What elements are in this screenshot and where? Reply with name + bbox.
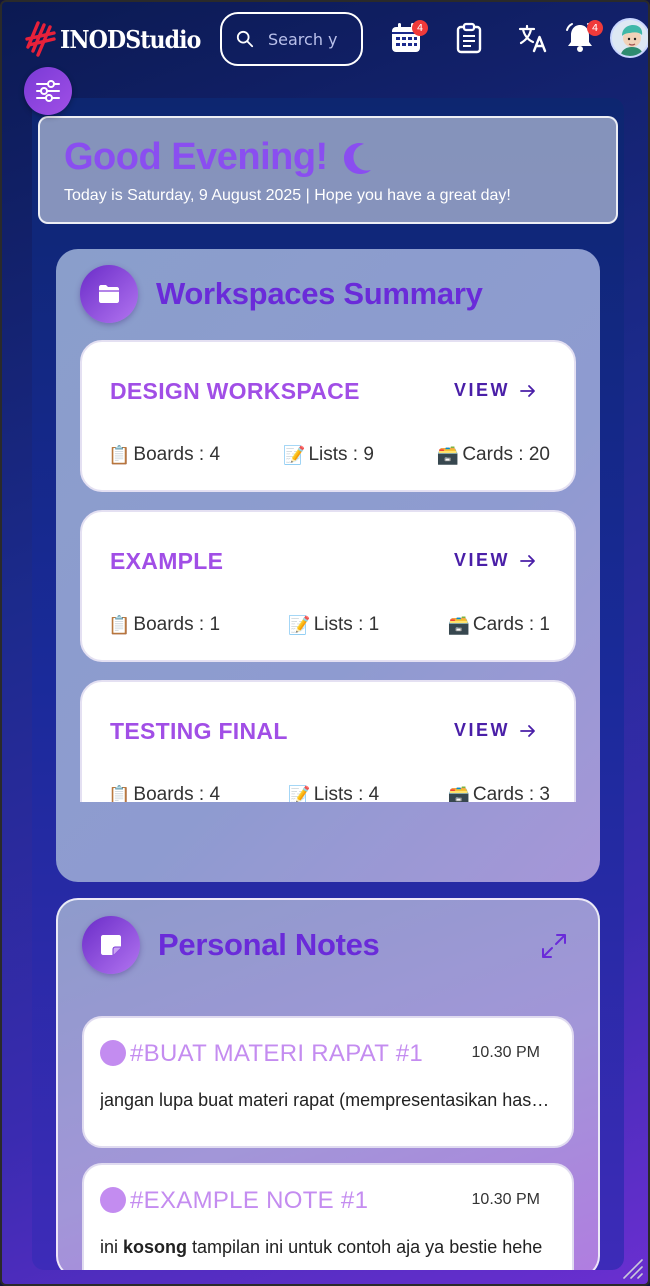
note-color-dot — [100, 1187, 126, 1213]
greeting-banner: Good Evening! Today is Saturday, 9 Augus… — [38, 116, 618, 224]
workspaces-list[interactable]: DESIGN WORKSPACE VIEW 📋 Boards : 4 📝 Lists… — [80, 340, 576, 802]
view-label: VIEW — [453, 550, 510, 570]
view-label: VIEW — [453, 380, 510, 400]
lists-stat: 📝 Lists : 9 — [283, 444, 374, 465]
workspace-name: EXAMPLE — [110, 548, 224, 574]
note-title: #BUAT MATERI RAPAT #1 — [130, 1040, 424, 1067]
card-box-emoji-icon: 🗃️ — [447, 784, 470, 803]
workspace-view-button[interactable]: VIEW — [454, 720, 536, 741]
workspace-stats: 📋 Boards : 4 📝 Lists : 9 🗃️ Cards : 20 — [108, 444, 550, 466]
workspace-name: DESIGN WORKSPACE — [110, 378, 360, 404]
workspace-card: TESTING FINAL VIEW 📋 Boards : 4 📝 Lists : … — [80, 680, 576, 802]
memo-emoji-icon: 📝 — [283, 444, 306, 465]
workspace-card: EXAMPLE VIEW 📋 Boards : 1 📝 Lists : 1 🗃️ Ca… — [80, 510, 576, 662]
moon-icon — [343, 142, 371, 174]
note-color-dot — [100, 1040, 126, 1066]
workspaces-header: Workspaces Summary — [80, 265, 483, 323]
note-title: #EXAMPLE NOTE #1 — [130, 1187, 369, 1214]
note-time: 10.30 PM — [471, 1044, 540, 1061]
boards-stat: 📋 Boards : 1 — [108, 614, 221, 635]
lists-stat: 📝 Lists : 1 — [288, 614, 380, 635]
cards-stat: 🗃️ Cards : 1 — [447, 614, 550, 635]
search-icon — [236, 30, 254, 48]
boards-stat: 📋 Boards : 4 — [108, 444, 221, 465]
workspace-stats: 📋 Boards : 4 📝 Lists : 4 🗃️ Cards : 3 — [108, 784, 550, 802]
memo-emoji-icon: 📝 — [288, 784, 311, 803]
search-input[interactable] — [268, 29, 338, 49]
search-box[interactable] — [220, 12, 363, 66]
clipboard-button[interactable] — [454, 22, 486, 54]
brand-logo[interactable]: INODStudio — [24, 16, 213, 62]
workspace-name: TESTING FINAL — [110, 718, 288, 744]
app-frame: INODStudio 4 — [0, 0, 650, 1286]
greeting-subtitle: Today is Saturday, 9 August 2025 | Hope … — [64, 187, 511, 204]
arrow-right-icon — [520, 554, 535, 567]
card-box-emoji-icon: 🗃️ — [447, 614, 470, 635]
workspaces-summary-panel: Workspaces Summary DESIGN WORKSPACE VIEW… — [56, 249, 600, 882]
clipboard-emoji-icon: 📋 — [108, 784, 131, 803]
main-content: Good Evening! Today is Saturday, 9 Augus… — [32, 98, 624, 1270]
notification-badge: 4 — [587, 20, 603, 36]
clipboard-emoji-icon: 📋 — [108, 444, 131, 465]
arrow-right-icon — [520, 384, 535, 397]
resize-handle-icon[interactable] — [618, 1254, 644, 1280]
greeting-title: Good Evening! — [64, 136, 328, 178]
folder-icon — [99, 285, 119, 303]
notifications-button[interactable]: 4 — [565, 20, 603, 54]
lists-stat: 📝 Lists : 4 — [288, 784, 379, 802]
brand-name: INODStudio — [60, 24, 201, 54]
user-avatar[interactable] — [610, 18, 648, 58]
sticky-note-icon — [101, 935, 121, 955]
note-card[interactable]: #BUAT MATERI RAPAT #1 10.30 PM jangan lu… — [82, 1016, 574, 1148]
notes-header: Personal Notes — [82, 916, 380, 974]
sliders-icon — [36, 80, 60, 102]
cards-stat: 🗃️ Cards : 20 — [436, 444, 550, 465]
folder-badge — [80, 265, 138, 323]
translate-icon — [518, 24, 547, 53]
workspaces-title: Workspaces Summary — [156, 276, 483, 311]
note-body: jangan lupa buat materi rapat (mempresen… — [100, 1090, 552, 1110]
arrow-right-icon — [520, 724, 535, 737]
expand-icon[interactable] — [540, 932, 568, 960]
calendar-badge: 4 — [412, 20, 428, 36]
brand-mark-icon — [25, 21, 56, 57]
memo-emoji-icon: 📝 — [288, 614, 311, 635]
note-card[interactable]: #EXAMPLE NOTE #1 10.30 PM ini kosong tam… — [82, 1163, 574, 1270]
view-label: VIEW — [453, 720, 510, 740]
notes-title: Personal Notes — [158, 927, 380, 962]
top-header: INODStudio 4 — [2, 2, 648, 78]
card-box-emoji-icon: 🗃️ — [436, 444, 460, 465]
greeting-heading: Good Evening! — [64, 136, 592, 179]
filter-settings-button[interactable] — [24, 67, 72, 115]
avatar-icon — [612, 20, 648, 56]
calendar-button[interactable]: 4 — [390, 20, 428, 54]
boards-stat: 📋 Boards : 4 — [108, 784, 220, 802]
cards-stat: 🗃️ Cards : 3 — [447, 784, 550, 802]
workspace-card: DESIGN WORKSPACE VIEW 📋 Boards : 4 📝 Lists… — [80, 340, 576, 492]
clipboard-emoji-icon: 📋 — [108, 614, 131, 635]
note-time: 10.30 PM — [471, 1191, 540, 1208]
workspace-view-button[interactable]: VIEW — [454, 380, 536, 401]
note-body: ini kosong tampilan ini untuk contoh aja… — [100, 1237, 543, 1257]
clipboard-icon — [456, 22, 482, 54]
translate-button[interactable] — [517, 22, 549, 54]
workspace-stats: 📋 Boards : 1 📝 Lists : 1 🗃️ Cards : 1 — [108, 614, 550, 636]
note-badge — [82, 916, 140, 974]
workspace-view-button[interactable]: VIEW — [454, 550, 536, 571]
personal-notes-panel: Personal Notes #BUAT MATERI RAPAT #1 10.… — [56, 898, 600, 1270]
